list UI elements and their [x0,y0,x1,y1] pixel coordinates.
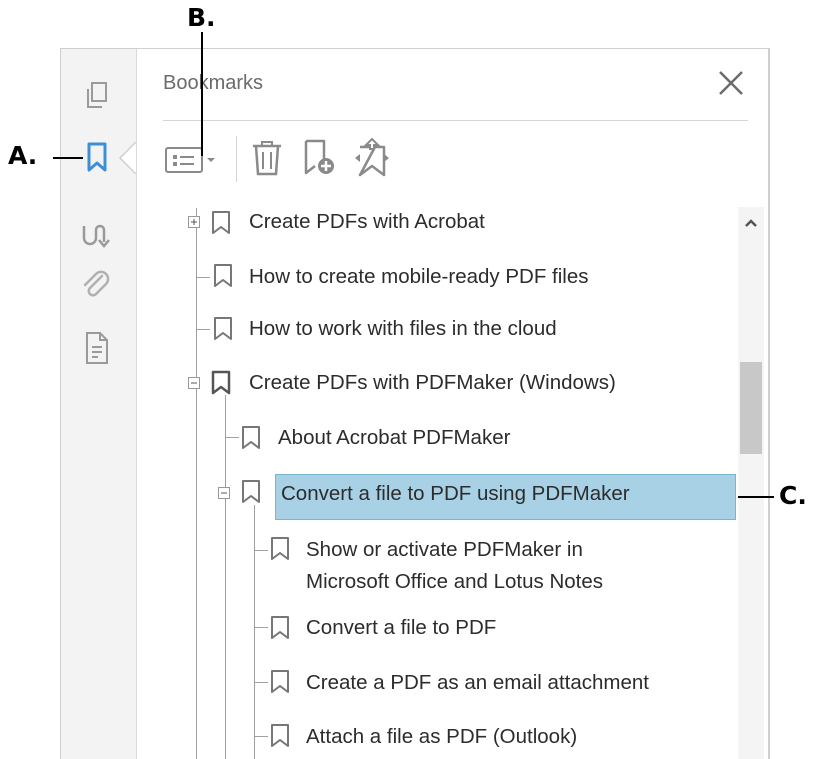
collapse-toggle-icon[interactable] [188,376,200,389]
callout-c-leader [738,496,774,498]
bookmark-icon [240,479,262,505]
bookmark-icon [240,425,262,451]
bookmark-icon [210,210,232,236]
signatures-icon[interactable] [80,222,116,250]
bookmark-icon [269,536,291,562]
bookmark-item-selected[interactable]: Convert a file to PDF using PDFMaker [281,483,630,505]
attachments-icon[interactable] [80,268,112,302]
bookmark-item[interactable]: Create PDFs with Acrobat [249,211,485,233]
bookmark-item[interactable]: How to create mobile-ready PDF files [249,266,589,288]
panel-top-border [60,48,770,49]
bookmark-icon [269,615,291,641]
bookmark-icon [212,263,234,289]
bookmark-item[interactable]: Convert a file to PDF [306,617,496,639]
options-dropdown-button[interactable] [164,143,220,177]
bookmark-icon [210,370,232,396]
callout-a-leader [53,157,83,159]
scroll-up-icon[interactable] [743,215,759,231]
tree-branch [254,682,268,683]
bookmark-item[interactable]: Attach a file as PDF (Outlook) [306,726,577,748]
expand-toggle-icon[interactable] [188,215,200,228]
panel-title: Bookmarks [163,72,264,94]
close-icon[interactable] [716,68,746,98]
scrollbar-track[interactable] [738,207,764,759]
collapse-toggle-icon[interactable] [218,486,230,499]
bookmark-item[interactable]: How to work with files in the cloud [249,318,557,340]
toolbar-divider [236,136,237,182]
bookmark-icon [212,316,234,342]
options-dropdown-icon [165,147,215,173]
bookmark-item[interactable]: Create a PDF as an email attachment [306,672,649,694]
tree-line-level2 [225,395,226,759]
page-thumbnails-icon[interactable] [82,80,114,112]
tree-branch [225,437,239,438]
bookmark-icon [269,669,291,695]
bookmark-item[interactable]: Create PDFs with PDFMaker (Windows) [249,372,616,394]
callout-a-label: A. [8,141,38,170]
callout-b-leader [201,32,203,156]
new-bookmark-icon[interactable] [300,138,340,178]
tree-branch [254,550,268,551]
callout-b-label: B. [187,3,216,32]
bookmark-item[interactable]: Show or activate PDFMaker in [306,539,583,561]
panel-right-border [768,48,770,759]
tree-line-level3 [254,505,255,759]
trash-icon[interactable] [250,138,284,178]
document-icon[interactable] [82,330,112,366]
tree-line-level1 [196,208,197,759]
tree-branch [196,329,210,330]
tree-branch [196,277,210,278]
expand-bookmark-icon[interactable] [352,136,392,178]
bookmarks-icon[interactable] [82,140,114,176]
bookmark-item[interactable]: About Acrobat PDFMaker [278,427,510,449]
header-divider [163,120,748,121]
bookmark-icon [269,723,291,749]
bookmark-item-line2[interactable]: Microsoft Office and Lotus Notes [306,571,603,593]
rail-selection-notch [116,141,137,175]
tree-branch [254,627,268,628]
tree-branch [254,736,268,737]
scrollbar-thumb[interactable] [740,362,762,454]
callout-c-label: C. [779,481,807,510]
